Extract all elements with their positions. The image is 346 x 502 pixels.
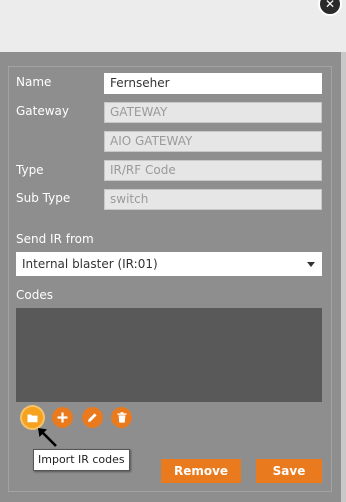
edit-code-button[interactable] (82, 407, 103, 428)
type-label: Type (16, 163, 44, 177)
add-code-button[interactable] (52, 407, 73, 428)
trash-icon (117, 412, 126, 423)
send-ir-selected-value: Internal blaster (IR:01) (22, 257, 158, 271)
pencil-icon (88, 413, 97, 422)
save-button[interactable]: Save (256, 459, 322, 483)
codes-label: Codes (16, 288, 53, 302)
import-codes-button[interactable] (22, 407, 43, 428)
cursor-arrow-icon (38, 428, 57, 447)
send-ir-label: Send IR from (16, 232, 94, 246)
gateway-field: GATEWAY (104, 102, 322, 123)
send-ir-select[interactable]: Internal blaster (IR:01) (16, 252, 322, 276)
plus-icon (57, 412, 68, 423)
name-label: Name (16, 75, 52, 89)
gateway-label: Gateway (16, 104, 70, 118)
codes-list[interactable] (16, 308, 322, 402)
gateway-name-field: AIO GATEWAY (104, 131, 322, 152)
chevron-down-icon (307, 262, 315, 267)
remove-button[interactable]: Remove (161, 459, 241, 483)
window-header (0, 0, 346, 52)
panel-scroll-edge (341, 52, 346, 502)
subtype-label: Sub Type (16, 191, 71, 205)
subtype-field: switch (104, 189, 322, 210)
delete-code-button[interactable] (111, 407, 132, 428)
type-field: IR/RF Code (104, 160, 322, 181)
folder-icon (27, 414, 38, 422)
name-input[interactable]: Fernseher (104, 73, 322, 94)
tooltip: Import IR codes (33, 449, 130, 471)
close-icon: ✕ (324, 0, 336, 11)
